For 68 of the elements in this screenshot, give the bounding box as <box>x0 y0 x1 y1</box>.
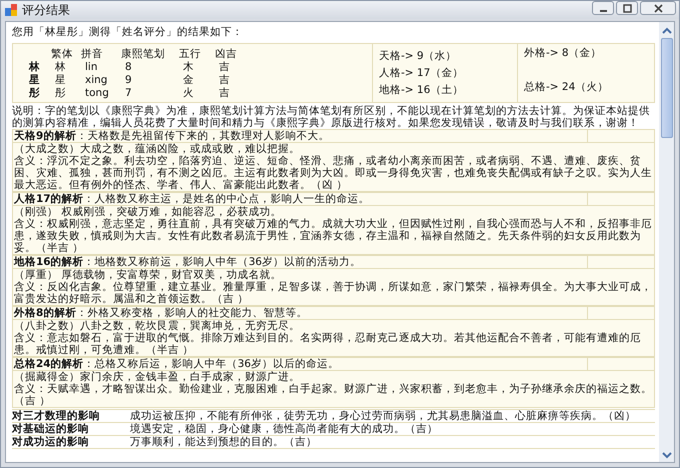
analysis-text: （掘藏得金）家门余庆，金钱丰盈，白手成家，财源广进。 <box>13 371 301 383</box>
analysis-text: 含义：反凶化吉象。位尊望重，建立基业。雅量厚重，足智多谋，善于协调，所谋如意，家门繁荣，福禄寿俱全。为大事大业可成，富贵发达的好暗示。属温和之首领运数。（吉 ） <box>13 281 653 305</box>
analysis-text: （八卦之数）八卦之数，乾坎艮震，巽离坤兑，无穷无尽。 <box>13 320 301 332</box>
analysis-text: （厚重） 厚德载物，安富尊荣，财官双美，功成名就。 <box>13 269 282 281</box>
analysis-heading: 天格9的解析 <box>14 130 76 142</box>
table-cell-text: 林 <box>54 61 67 74</box>
close-icon <box>654 4 662 12</box>
analysis-heading: 外格8的解析 <box>14 307 76 319</box>
grid-value: 天格-> 9（水） <box>379 49 458 64</box>
analysis-heading: 总格24的解析 <box>14 358 84 370</box>
name-character: 星 <box>28 74 41 87</box>
table-cell-text: 木 <box>182 61 195 74</box>
influence-label: 对三才数理的影响 <box>12 410 101 422</box>
analysis-summary: ：总格又称后运，影响人中年（36岁）以后的命运。 <box>84 358 339 370</box>
analysis-text: 含义：权威刚强，意志坚定，勇往直前，具有突破万难的气力。成就大功大业，但因赋性过刚，自我心强而恐与人不和，反招事非厄患，遂致失败，慎戒则为大吉。女性有此数者易流于男性，宜涵养女德，存主温和，福禄自然随之。先天条件弱的妇女反用此数为妥。（半吉 ） <box>13 218 653 254</box>
table-cell-text: 吉 <box>218 87 231 100</box>
scroll-down-icon[interactable] <box>660 450 672 460</box>
analysis-text: 含义：天赋幸遇，才略智谋出众。勤俭建业，克服困难，白手起家。财源广进，兴家积蓄，到老愈丰，为子孙继承余庆的福运之数。（吉 ） <box>13 383 653 407</box>
window-title: 评分结果 <box>22 2 71 18</box>
column-header: 凶吉 <box>215 48 238 61</box>
influence-text: 境遇安定，稳固，身心健康，德性高尚者能有大的成功。（吉） <box>130 423 439 435</box>
influence-text: 成功运被压抑，不能有所伸张，徒劳无功，身心过劳而病弱，尤其易患脑溢血、心脏麻痹等疾病。（凶） <box>130 410 637 422</box>
maximize-icon <box>622 4 632 12</box>
influence-text: 万事顺利，能达到预想的目的。（吉） <box>130 436 318 448</box>
maximize-button[interactable] <box>616 1 638 15</box>
name-character: 林 <box>28 61 41 74</box>
table-cell-text: 彤 <box>54 87 67 100</box>
grid-value: 人格-> 17（金） <box>379 66 464 81</box>
analysis-summary: ：天格数是先祖留传下来的，其数理对人影响不大。 <box>76 130 330 142</box>
table-cell-text: 9 <box>124 74 133 87</box>
table-cell-text: 火 <box>182 87 195 100</box>
analysis-text: 含义：意志如磐石，富于进取的气慨。排除万难达到目的。名实两得，忍耐克己逐成大功。若其他运配合不善者，可能有遭难的厄患。戒慎过刚，可免遭难。（半吉 ） <box>13 332 642 356</box>
intro-text: 您用「林星彤」测得「姓名评分」的结果如下： <box>12 26 244 38</box>
influence-label: 对基础运的影响 <box>12 423 90 435</box>
table-cell-text: 星 <box>54 74 67 87</box>
column-header: 拼音 <box>81 48 104 61</box>
grid-value: 外格-> 8（金） <box>524 46 603 60</box>
minimize-icon <box>600 10 606 12</box>
scrollbar[interactable] <box>659 22 674 462</box>
analysis-summary: ：外格又称变格，影响人的社交能力、智慧等。 <box>76 307 308 319</box>
grid-value: 总格-> 24（火） <box>524 80 610 94</box>
analysis-text: （刚强） 权威刚强，突破万难，如能容忍，必获成功。 <box>13 206 282 218</box>
table-cell-text: 吉 <box>218 74 231 87</box>
table-cell-text: 8 <box>124 61 133 74</box>
table-cell-text: 吉 <box>218 61 231 74</box>
analysis-summary: ：地格数又称前运，影响人中年（36岁）以前的活动力。 <box>84 256 361 268</box>
column-header: 繁体 <box>51 48 74 61</box>
column-header: 五行 <box>179 48 202 61</box>
table-cell-text: lin <box>84 61 98 74</box>
influence-label: 对成功运的影响 <box>12 436 90 448</box>
table-cell-text: xing <box>84 74 108 87</box>
note-text: 说明：字的笔划以《康熙字典》为准，康熙笔划计算方法与简体笔划有所区别，不能以现在计算笔划的方法去计算。为保证本站提供的测算内容精准，编辑人员花费了大量时间和精力与《康熙字典》原版进行核对。如果您发现错误，敬请及时与我们联系，谢谢！ <box>12 105 651 129</box>
analysis-text: （大成之数）大成之数，蕴涵凶险，或成或败，难以把握。 <box>13 143 301 155</box>
table-cell-text: 金 <box>182 74 195 87</box>
column-header: 康熙笔划 <box>121 48 166 61</box>
analysis-heading: 人格17的解析 <box>14 193 84 205</box>
analysis-text: 含义：浮沉不定之象。利去功空，陷落穷迫、逆运、短命、怪滑、悲痛，或者幼小离亲而困苦，或者病弱、不遇、遭难、废疾、贫困、灾难、孤独，甚而刑罚，有不测之凶厄。主运有此数者则为大凶。即或一身得免灾害，也难免丧失配偶或有缺子之叹。实为人生最大恶运。但有例外的怪杰、学者、伟人、富豪能出此数者。（凶 ） <box>13 155 653 191</box>
table-cell-text: tong <box>84 87 110 100</box>
close-button[interactable] <box>640 1 676 15</box>
minimize-button[interactable] <box>592 1 614 15</box>
grid-value: 地格-> 16（土） <box>379 83 464 98</box>
app-icon <box>4 3 18 17</box>
scroll-up-icon[interactable] <box>660 26 672 36</box>
scroll-thumb[interactable] <box>660 38 672 138</box>
table-cell-text: 7 <box>124 87 133 100</box>
analysis-summary: ：人格数又称主运，是姓名的中心点，影响人一生的命运。 <box>84 193 370 205</box>
analysis-heading: 地格16的解析 <box>14 256 84 268</box>
name-character: 彤 <box>28 87 41 100</box>
